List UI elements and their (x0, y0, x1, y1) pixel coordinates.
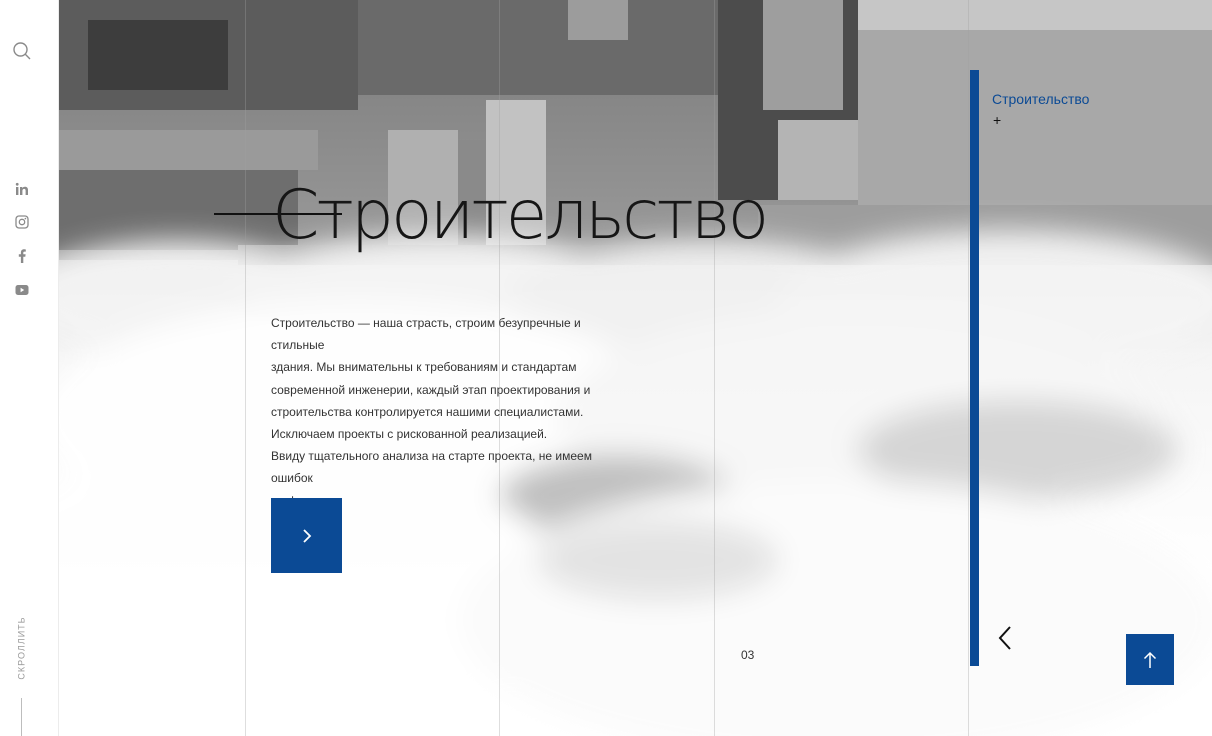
prev-slide-button[interactable] (996, 624, 1016, 652)
section-menu-label[interactable]: Строительство (992, 91, 1089, 107)
description-line: здания. Мы внимательны к требованиям и с… (271, 360, 577, 375)
search-button[interactable] (0, 38, 44, 64)
hero-title: Строительство (272, 176, 769, 255)
search-icon (13, 42, 31, 60)
linkedin-icon (15, 182, 28, 195)
hero-description: Строительство — наша страсть, строим без… (271, 312, 631, 512)
grid-line (245, 0, 246, 736)
more-button[interactable] (271, 498, 342, 573)
arrow-up-icon (1143, 651, 1157, 668)
chevron-left-icon (998, 626, 1011, 650)
hero-background-image (58, 0, 1212, 736)
linkedin-link[interactable] (0, 180, 44, 198)
facebook-link[interactable] (0, 247, 44, 265)
section-menu-toggle[interactable]: + (993, 112, 1001, 128)
instagram-link[interactable] (0, 213, 44, 231)
chevron-right-icon (302, 528, 311, 543)
description-line: Строительство — наша страсть, строим без… (271, 316, 581, 353)
grid-line (714, 0, 715, 736)
description-line: современной инженерии, каждый этап проек… (271, 382, 591, 397)
youtube-link[interactable] (0, 281, 44, 299)
hero-section: Строительство Строительство — наша страс… (58, 0, 1212, 736)
scroll-label: СКРОЛЛИТЬ (17, 616, 28, 680)
instagram-icon (15, 215, 29, 229)
scroll-line (21, 698, 22, 736)
scroll-to-top-button[interactable] (1126, 634, 1174, 685)
accent-bar (970, 70, 979, 666)
slide-number: 03 (741, 648, 755, 662)
facebook-icon (18, 249, 26, 263)
description-line: строительства контролируется нашими спец… (271, 404, 584, 419)
youtube-icon (15, 285, 29, 295)
description-line: Исключаем проекты с рискованной реализац… (271, 427, 548, 442)
grid-line (968, 0, 969, 736)
scroll-hint[interactable]: СКРОЛЛИТЬ (14, 616, 30, 680)
description-line: Ввиду тщательного анализа на старте прое… (271, 449, 592, 486)
sidebar: СКРОЛЛИТЬ (0, 0, 59, 736)
